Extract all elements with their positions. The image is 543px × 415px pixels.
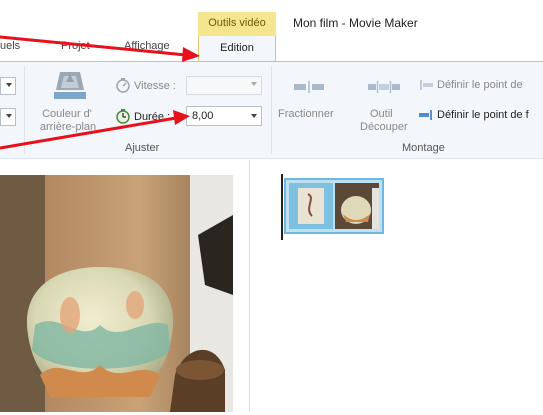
annotation-arrow-tab xyxy=(0,35,187,57)
annotation-arrows xyxy=(0,35,200,150)
annotation-arrow-tab-head xyxy=(182,47,200,62)
annotation-arrow-duration xyxy=(0,116,177,150)
annotation-arrow-duration-head xyxy=(173,110,190,125)
